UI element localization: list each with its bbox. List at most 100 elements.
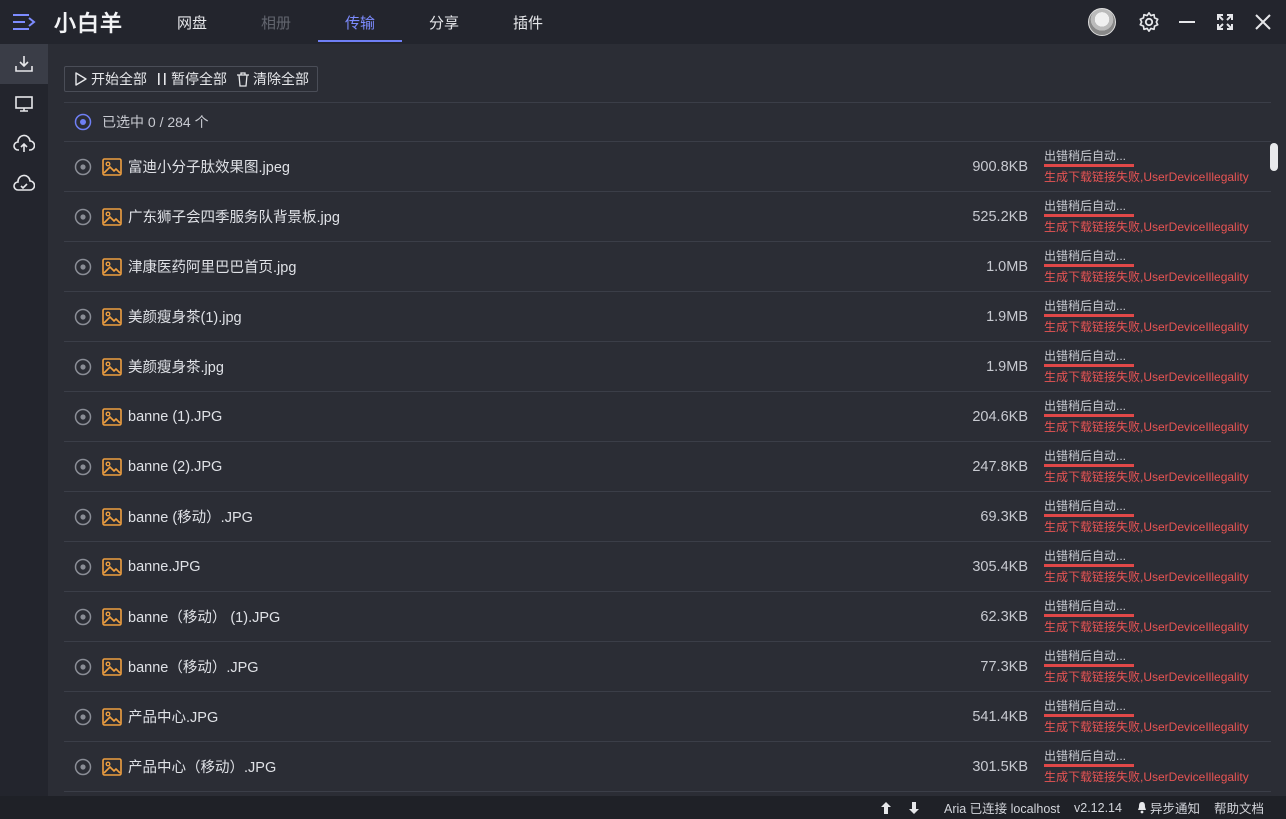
image-file-icon xyxy=(102,607,122,626)
window-controls xyxy=(1088,0,1276,44)
transfer-status: 出错稍后自动... 生成下载链接失败,UserDeviceIllegality xyxy=(1044,349,1269,384)
file-size: 1.9MB xyxy=(986,308,1028,325)
transfer-status: 出错稍后自动... 生成下载链接失败,UserDeviceIllegality xyxy=(1044,549,1269,584)
status-retry-text: 出错稍后自动... xyxy=(1044,599,1127,613)
transfer-row[interactable]: banne（移动）.JPG 77.3KB 出错稍后自动... 生成下载链接失败,… xyxy=(64,642,1271,692)
row-select-radio[interactable] xyxy=(74,558,92,576)
maximize-button[interactable] xyxy=(1212,9,1238,35)
progress-bar xyxy=(1044,564,1134,567)
tab-drive[interactable]: 网盘 xyxy=(150,0,234,44)
sidebar-item-downloads[interactable] xyxy=(0,44,48,84)
menu-collapse-icon xyxy=(13,14,36,30)
row-select-radio[interactable] xyxy=(74,508,92,526)
select-all-radio[interactable] xyxy=(74,113,92,131)
row-select-radio[interactable] xyxy=(74,708,92,726)
help-docs-link[interactable]: 帮助文档 xyxy=(1214,798,1264,817)
file-name: 广东狮子会四季服务队背景板.jpg xyxy=(128,210,340,226)
row-select-radio[interactable] xyxy=(74,308,92,326)
transfer-panel: 开始全部 暂停全部 清除全部 已选中 0 / 284 个 富迪小分子肽效果图.j… xyxy=(48,44,1286,796)
status-error-text: 生成下载链接失败,UserDeviceIllegality xyxy=(1044,570,1249,584)
status-error-text: 生成下载链接失败,UserDeviceIllegality xyxy=(1044,770,1249,784)
status-retry-text: 出错稍后自动... xyxy=(1044,149,1127,163)
transfer-row[interactable]: 广东狮子会四季服务队背景板.jpg 525.2KB 出错稍后自动... 生成下载… xyxy=(64,192,1271,242)
transfer-status: 出错稍后自动... 生成下载链接失败,UserDeviceIllegality xyxy=(1044,199,1269,234)
row-select-radio[interactable] xyxy=(74,408,92,426)
file-name: banne（移动） (1).JPG xyxy=(128,610,281,626)
file-size: 1.9MB xyxy=(986,358,1028,375)
progress-bar xyxy=(1044,464,1134,467)
transfer-row[interactable]: banne (移动）.JPG 69.3KB 出错稍后自动... 生成下载链接失败… xyxy=(64,492,1271,542)
status-error-text: 生成下载链接失败,UserDeviceIllegality xyxy=(1044,470,1249,484)
menu-toggle-button[interactable] xyxy=(0,0,48,44)
progress-bar xyxy=(1044,664,1134,667)
progress-bar xyxy=(1044,264,1134,267)
app-version[interactable]: v2.12.14 xyxy=(1074,801,1122,815)
file-size: 900.8KB xyxy=(972,158,1028,175)
row-select-radio[interactable] xyxy=(74,258,92,276)
transfer-row[interactable]: 富迪小分子肽效果图.jpeg 900.8KB 出错稍后自动... 生成下载链接失… xyxy=(64,142,1271,192)
row-select-radio[interactable] xyxy=(74,758,92,776)
user-avatar[interactable] xyxy=(1088,8,1116,36)
clear-all-button[interactable]: 清除全部 xyxy=(231,67,313,91)
progress-bar xyxy=(1044,514,1134,517)
upload-speed[interactable] xyxy=(880,801,894,815)
progress-bar xyxy=(1044,214,1134,217)
row-select-radio[interactable] xyxy=(74,608,92,626)
file-name: banne (1).JPG xyxy=(128,408,223,425)
transfer-row[interactable]: 津康医药阿里巴巴首页.jpg 1.0MB 出错稍后自动... 生成下载链接失败,… xyxy=(64,242,1271,292)
image-file-icon xyxy=(102,157,122,176)
transfer-status: 出错稍后自动... 生成下载链接失败,UserDeviceIllegality xyxy=(1044,249,1269,284)
download-speed[interactable] xyxy=(908,801,922,815)
transfer-status: 出错稍后自动... 生成下载链接失败,UserDeviceIllegality xyxy=(1044,649,1269,684)
tab-share[interactable]: 分享 xyxy=(402,0,486,44)
start-all-button[interactable]: 开始全部 xyxy=(69,67,151,91)
pause-all-button[interactable]: 暂停全部 xyxy=(151,67,231,91)
progress-bar xyxy=(1044,364,1134,367)
image-file-icon xyxy=(102,507,122,526)
file-name: banne.JPG xyxy=(128,558,201,575)
row-select-radio[interactable] xyxy=(74,458,92,476)
status-error-text: 生成下载链接失败,UserDeviceIllegality xyxy=(1044,720,1249,734)
progress-bar xyxy=(1044,714,1134,717)
transfer-status: 出错稍后自动... 生成下载链接失败,UserDeviceIllegality xyxy=(1044,499,1269,534)
transfer-status: 出错稍后自动... 生成下载链接失败,UserDeviceIllegality xyxy=(1044,699,1269,734)
settings-button[interactable] xyxy=(1136,9,1162,35)
sidebar-item-uploads[interactable] xyxy=(0,124,48,164)
play-icon xyxy=(75,72,87,86)
transfer-row[interactable]: 产品中心（移动）.JPG 301.5KB 出错稍后自动... 生成下载链接失败,… xyxy=(64,742,1271,792)
sidebar-item-local[interactable] xyxy=(0,84,48,124)
file-size: 525.2KB xyxy=(972,208,1028,225)
minimize-button[interactable] xyxy=(1174,9,1200,35)
file-size: 77.3KB xyxy=(980,658,1028,675)
row-select-radio[interactable] xyxy=(74,358,92,376)
sidebar-item-completed[interactable] xyxy=(0,164,48,204)
aria-status[interactable]: Aria 已连接 localhost xyxy=(944,798,1060,817)
download-icon xyxy=(15,56,33,72)
transfer-row[interactable]: 美颜瘦身茶(1).jpg 1.9MB 出错稍后自动... 生成下载链接失败,Us… xyxy=(64,292,1271,342)
transfer-row[interactable]: banne（移动） (1).JPG 62.3KB 出错稍后自动... 生成下载链… xyxy=(64,592,1271,642)
file-name: 津康医药阿里巴巴首页.jpg xyxy=(128,260,297,276)
notify-button[interactable]: 异步通知 xyxy=(1136,798,1200,817)
image-file-icon xyxy=(102,757,122,776)
tab-transfer[interactable]: 传输 xyxy=(318,0,402,44)
transfer-row[interactable]: banne (1).JPG 204.6KB 出错稍后自动... 生成下载链接失败… xyxy=(64,392,1271,442)
gear-icon xyxy=(1139,12,1159,32)
transfer-row[interactable]: 美颜瘦身茶.jpg 1.9MB 出错稍后自动... 生成下载链接失败,UserD… xyxy=(64,342,1271,392)
progress-bar xyxy=(1044,764,1134,767)
row-select-radio[interactable] xyxy=(74,658,92,676)
transfer-row[interactable]: banne (2).JPG 247.8KB 出错稍后自动... 生成下载链接失败… xyxy=(64,442,1271,492)
row-select-radio[interactable] xyxy=(74,158,92,176)
progress-bar xyxy=(1044,314,1134,317)
tab-album[interactable]: 相册 xyxy=(234,0,318,44)
notify-label: 异步通知 xyxy=(1149,802,1200,816)
image-file-icon xyxy=(102,457,122,476)
transfer-row[interactable]: banne.JPG 305.4KB 出错稍后自动... 生成下载链接失败,Use… xyxy=(64,542,1271,592)
minimize-icon xyxy=(1179,21,1195,23)
trash-icon xyxy=(237,72,249,87)
list-scrollbar[interactable] xyxy=(1270,143,1278,171)
image-file-icon xyxy=(102,307,122,326)
tab-plugins[interactable]: 插件 xyxy=(486,0,570,44)
transfer-row[interactable]: 产品中心.JPG 541.4KB 出错稍后自动... 生成下载链接失败,User… xyxy=(64,692,1271,742)
row-select-radio[interactable] xyxy=(74,208,92,226)
close-button[interactable] xyxy=(1250,9,1276,35)
